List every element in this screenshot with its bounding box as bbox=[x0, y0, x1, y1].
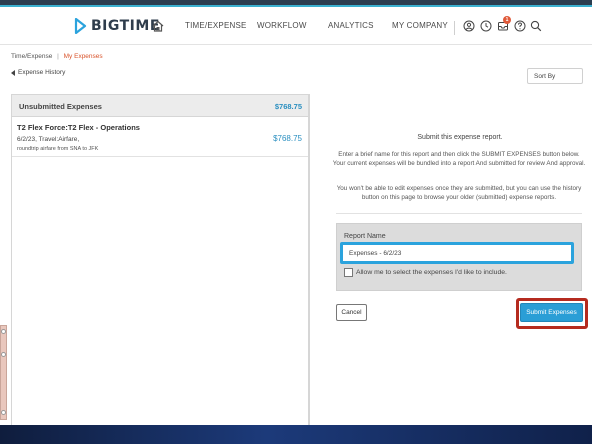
nav-analytics[interactable]: ANALYTICS bbox=[328, 21, 374, 30]
brand-name: BIGTIME bbox=[91, 18, 160, 34]
unsubmitted-expenses-panel: Unsubmitted Expenses $768.75 T2 Flex For… bbox=[11, 94, 309, 429]
select-expenses-checkbox[interactable] bbox=[344, 268, 353, 277]
unsubmitted-total: $768.75 bbox=[274, 102, 302, 111]
window-top-band bbox=[0, 0, 592, 7]
nav-workflow[interactable]: WORKFLOW bbox=[257, 21, 307, 30]
breadcrumb-current[interactable]: My Expenses bbox=[64, 53, 103, 60]
expense-detail: 6/2/23, Travel:Airfare, bbox=[17, 136, 80, 143]
notification-badge: 1 bbox=[503, 16, 511, 24]
report-name-label: Report Name bbox=[344, 233, 386, 240]
select-expenses-label: Allow me to select the expenses I'd like… bbox=[356, 269, 507, 276]
report-name-input[interactable] bbox=[340, 242, 574, 264]
breadcrumb-parent[interactable]: Time/Expense bbox=[11, 53, 52, 60]
app-window: BIGTIME TIME/EXPENSE WORKFLOW ANALYTICS … bbox=[0, 7, 592, 429]
scroll-handle-icon[interactable] bbox=[1, 352, 6, 357]
home-icon[interactable] bbox=[151, 19, 165, 33]
breadcrumb-separator: | bbox=[57, 53, 59, 60]
top-nav: BIGTIME TIME/EXPENSE WORKFLOW ANALYTICS … bbox=[0, 7, 592, 45]
help-icon[interactable] bbox=[514, 20, 526, 32]
panel-divider bbox=[309, 94, 310, 429]
section-divider bbox=[336, 213, 582, 214]
bigtime-logo-icon bbox=[74, 18, 87, 34]
expense-history-label: Expense History bbox=[18, 69, 66, 76]
user-icon[interactable] bbox=[463, 20, 475, 32]
breadcrumb: Time/Expense | My Expenses bbox=[11, 53, 103, 60]
expense-amount: $768.75 bbox=[273, 134, 302, 143]
scroll-up-icon[interactable] bbox=[1, 329, 6, 334]
bigtime-logo[interactable]: BIGTIME bbox=[74, 17, 160, 35]
desktop-taskbar-band bbox=[0, 425, 592, 444]
sort-by-dropdown[interactable]: Sort By bbox=[527, 68, 583, 84]
cancel-button[interactable]: Cancel bbox=[336, 304, 367, 321]
expense-history-link[interactable]: Expense History bbox=[11, 69, 65, 76]
expense-item[interactable]: T2 Flex Force:T2 Flex - Operations 6/2/2… bbox=[12, 117, 308, 157]
search-icon[interactable] bbox=[530, 20, 542, 32]
expense-note: roundtrip airfare from SNA to JFK bbox=[17, 146, 99, 152]
nav-time-expense[interactable]: TIME/EXPENSE bbox=[185, 21, 247, 30]
unsubmitted-header: Unsubmitted Expenses $768.75 bbox=[12, 95, 308, 117]
submit-heading: Submit this expense report. bbox=[417, 134, 503, 141]
clock-icon[interactable] bbox=[480, 20, 492, 32]
scroll-down-icon[interactable] bbox=[1, 410, 6, 415]
unsubmitted-title: Unsubmitted Expenses bbox=[19, 102, 102, 111]
side-scroll-widget[interactable] bbox=[0, 325, 7, 420]
expense-name: T2 Flex Force:T2 Flex - Operations bbox=[17, 123, 140, 132]
submit-instructions: Enter a brief name for this report and t… bbox=[332, 151, 586, 167]
nav-my-company[interactable]: MY COMPANY bbox=[392, 21, 448, 30]
nav-separator bbox=[454, 21, 455, 35]
submit-warning: You won't be able to edit expenses once … bbox=[336, 185, 582, 201]
submit-expenses-button[interactable]: Submit Expenses bbox=[520, 303, 583, 322]
back-arrow-icon bbox=[11, 69, 15, 76]
sort-by-label: Sort By bbox=[534, 73, 556, 80]
select-expenses-option[interactable]: Allow me to select the expenses I'd like… bbox=[344, 268, 507, 277]
